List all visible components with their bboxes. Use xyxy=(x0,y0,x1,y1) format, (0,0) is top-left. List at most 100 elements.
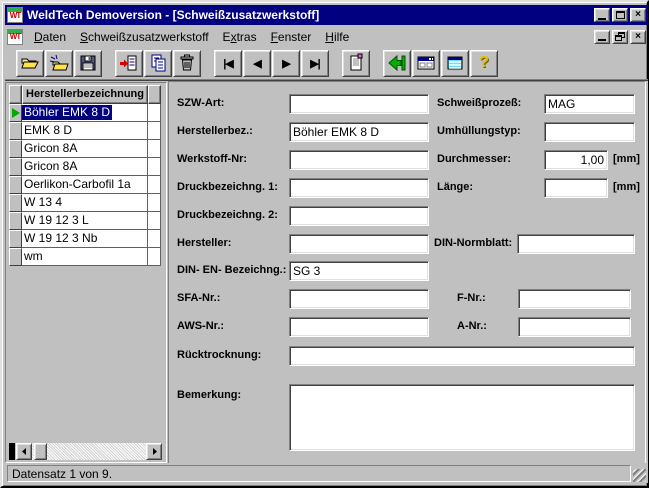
werkstoff-nr-label: Werkstoff-Nr: xyxy=(177,153,247,165)
insert-record-button[interactable] xyxy=(115,50,143,77)
mdi-close-button[interactable]: × xyxy=(630,30,646,44)
help-button[interactable]: ? xyxy=(470,50,498,77)
menu-item-daten[interactable]: Daten xyxy=(27,28,73,46)
mdi-restore-button[interactable] xyxy=(612,30,628,44)
scroll-left-button[interactable] xyxy=(16,443,32,460)
mdi-restore-icon xyxy=(615,32,625,41)
insert-record-icon xyxy=(119,53,139,73)
row-selector[interactable] xyxy=(9,158,22,176)
schweissprozess-input[interactable] xyxy=(544,94,635,114)
durchmesser-unit-label: [mm] xyxy=(613,153,640,165)
szw-art-input[interactable] xyxy=(289,94,429,114)
search-button[interactable] xyxy=(45,50,73,77)
grid-row[interactable]: Oerlikon-Carbofil 1a xyxy=(9,176,161,194)
exit-button[interactable] xyxy=(383,50,411,77)
grid-row[interactable]: W 19 12 3 L xyxy=(9,212,161,230)
row-selector[interactable] xyxy=(9,176,22,194)
scrollbar-track[interactable] xyxy=(47,443,146,460)
window-title: WeldTech Demoversion - [Schweißzusatzwer… xyxy=(27,8,594,22)
client-area: Herstellerbezeichnung Böhler EMK 8 D EMK… xyxy=(5,80,648,464)
hersteller-input[interactable] xyxy=(289,234,429,254)
open-button[interactable] xyxy=(16,50,44,77)
druckbezeichng1-input[interactable] xyxy=(289,178,429,198)
scroll-left-icon xyxy=(21,448,28,455)
menu-item-extras[interactable]: Extras xyxy=(216,28,264,46)
herstellerbez-input[interactable] xyxy=(289,122,429,142)
resize-grip[interactable] xyxy=(633,469,646,482)
row-selector[interactable] xyxy=(9,104,22,122)
laenge-unit-label: [mm] xyxy=(613,181,640,193)
grid-cell: wm xyxy=(22,249,45,264)
umhuellungstyp-input[interactable] xyxy=(544,122,635,142)
werkstoff-nr-input[interactable] xyxy=(289,150,429,170)
grid-row[interactable]: W 19 12 3 Nb xyxy=(9,230,161,248)
ruecktrocknung-label: Rücktrocknung: xyxy=(177,349,261,361)
mdi-minimize-button[interactable] xyxy=(594,30,610,44)
scrollbar-thumb[interactable] xyxy=(34,443,47,460)
grid-row[interactable]: wm xyxy=(9,248,161,266)
minimize-button[interactable] xyxy=(594,8,610,22)
form-view-button[interactable] xyxy=(412,50,440,77)
app-icon[interactable]: WT xyxy=(7,7,23,23)
grid-extra-cell xyxy=(148,140,161,158)
a-nr-label: A-Nr.: xyxy=(457,320,487,332)
grid-splitter[interactable] xyxy=(9,443,15,460)
last-record-button[interactable]: ▶| xyxy=(301,50,329,77)
close-button[interactable]: × xyxy=(630,8,646,22)
record-grid: Herstellerbezeichnung Böhler EMK 8 D EMK… xyxy=(9,85,161,266)
grid-row[interactable]: Gricon 8A xyxy=(9,158,161,176)
save-button[interactable] xyxy=(74,50,102,77)
druckbezeichng2-input[interactable] xyxy=(289,206,429,226)
row-selector[interactable] xyxy=(9,140,22,158)
durchmesser-input[interactable] xyxy=(544,150,608,170)
mdi-child-icon[interactable]: WT xyxy=(7,29,23,45)
grid-extra-cell xyxy=(148,158,161,176)
hersteller-label: Hersteller: xyxy=(177,237,231,249)
row-selector[interactable] xyxy=(9,248,22,266)
a-nr-input[interactable] xyxy=(518,317,631,337)
report-button[interactable] xyxy=(342,50,370,77)
current-record-arrow-icon xyxy=(12,108,20,118)
grid-row[interactable]: W 13 4 xyxy=(9,194,161,212)
record-grid-panel: Herstellerbezeichnung Böhler EMK 8 D EMK… xyxy=(5,82,167,463)
last-record-icon: ▶| xyxy=(310,57,320,70)
grid-column-header[interactable]: Herstellerbezeichnung xyxy=(22,85,148,104)
help-icon: ? xyxy=(479,54,489,72)
menu-item-hilfe[interactable]: Hilfe xyxy=(318,28,356,46)
druckbezeichng2-label: Druckbezeichng. 2: xyxy=(177,209,278,221)
copy-button[interactable] xyxy=(144,50,172,77)
grid-cell: W 13 4 xyxy=(22,195,64,210)
maximize-button[interactable] xyxy=(612,8,628,22)
grid-row[interactable]: Gricon 8A xyxy=(9,140,161,158)
din-en-bezeichng-input[interactable] xyxy=(289,261,429,281)
ruecktrocknung-input[interactable] xyxy=(289,346,635,366)
grid-cell: W 19 12 3 Nb xyxy=(22,231,99,246)
sfa-nr-input[interactable] xyxy=(289,289,429,309)
grid-horizontal-scrollbar[interactable] xyxy=(16,443,162,460)
row-selector[interactable] xyxy=(9,122,22,140)
first-record-button[interactable]: |◀ xyxy=(214,50,242,77)
din-normblatt-input[interactable] xyxy=(517,234,635,254)
aws-nr-input[interactable] xyxy=(289,317,429,337)
window-view-button[interactable] xyxy=(441,50,469,77)
f-nr-label: F-Nr.: xyxy=(457,292,486,304)
maximize-icon xyxy=(616,11,625,19)
row-selector[interactable] xyxy=(9,194,22,212)
bemerkung-textarea[interactable] xyxy=(289,384,635,451)
bemerkung-label: Bemerkung: xyxy=(177,389,241,401)
laenge-input[interactable] xyxy=(544,178,608,198)
delete-button[interactable] xyxy=(173,50,201,77)
f-nr-input[interactable] xyxy=(518,289,631,309)
next-record-button[interactable]: ▶ xyxy=(272,50,300,77)
menu-item-schweisszusatzwerkstoff[interactable]: Schweißzusatzwerkstoff xyxy=(73,28,216,46)
scroll-right-button[interactable] xyxy=(146,443,162,460)
search-records-icon xyxy=(49,53,69,73)
previous-record-button[interactable]: ◀ xyxy=(243,50,271,77)
exit-green-arrow-icon xyxy=(387,53,407,73)
report-page-icon xyxy=(346,53,366,73)
grid-row[interactable]: Böhler EMK 8 D xyxy=(9,104,161,122)
menu-item-fenster[interactable]: Fenster xyxy=(264,28,319,46)
row-selector[interactable] xyxy=(9,212,22,230)
grid-row[interactable]: EMK 8 D xyxy=(9,122,161,140)
row-selector[interactable] xyxy=(9,230,22,248)
